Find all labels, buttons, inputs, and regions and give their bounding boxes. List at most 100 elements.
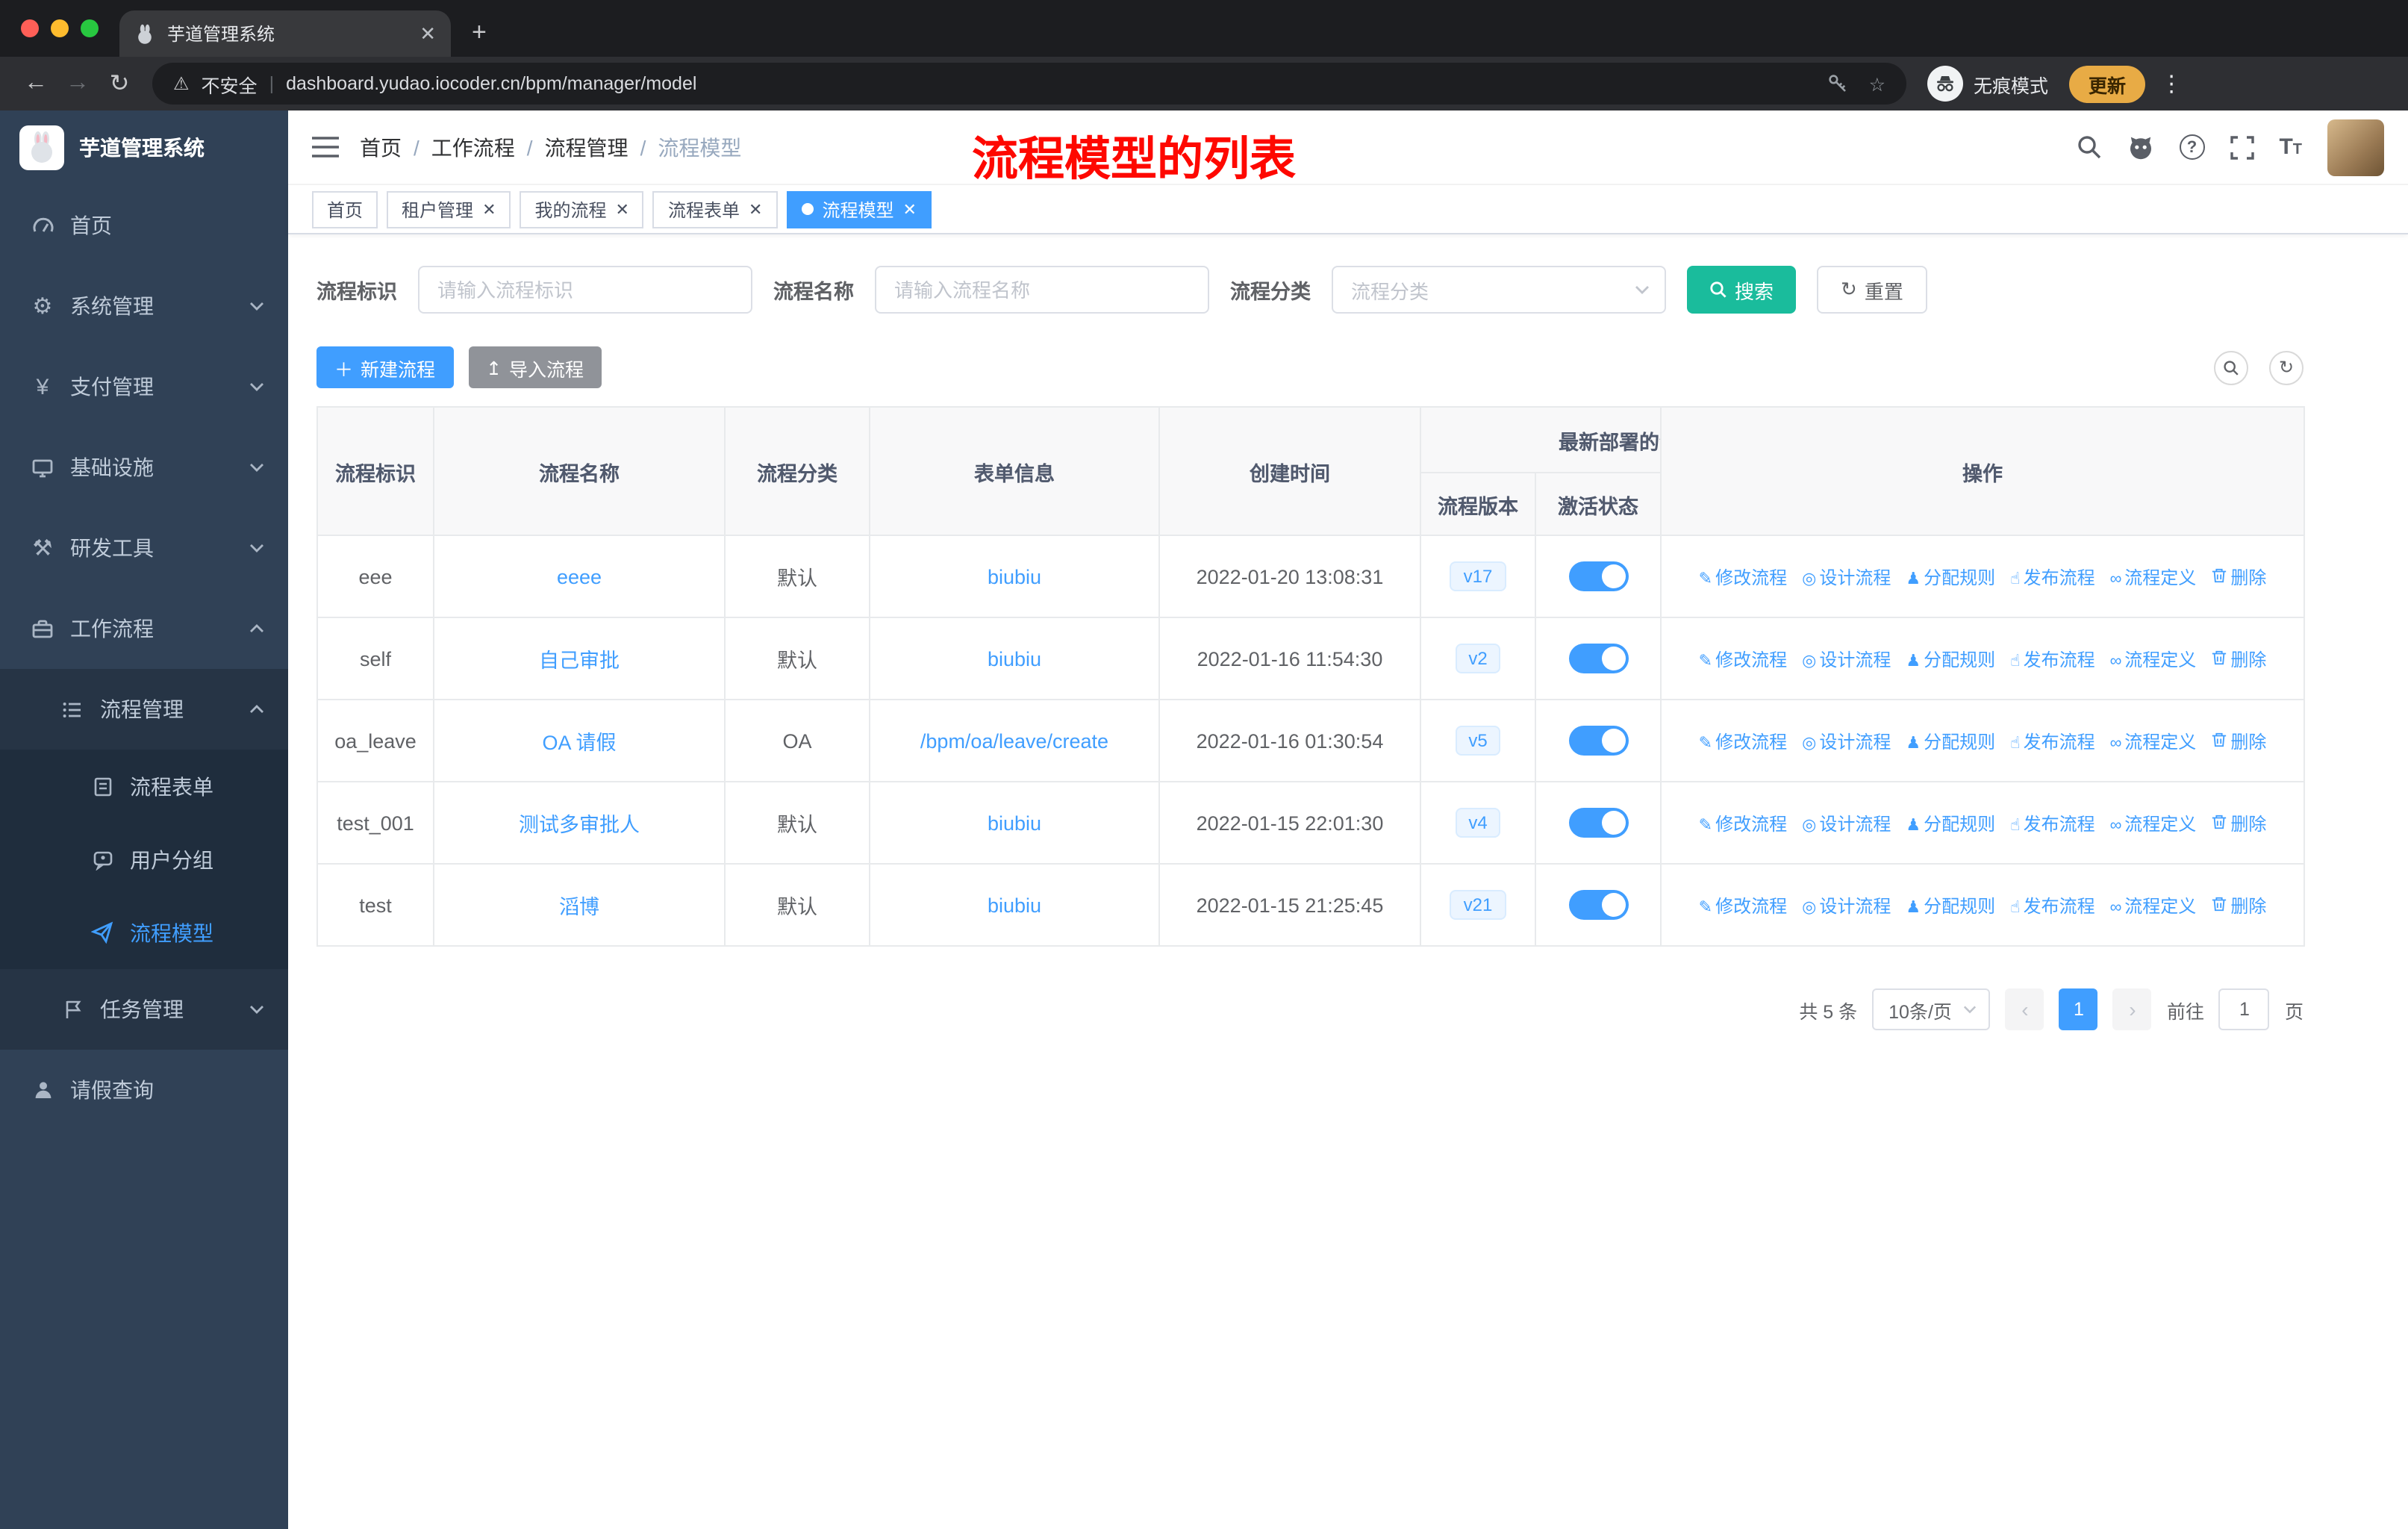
modify-process-link[interactable]: ✎ 修改流程 bbox=[1699, 649, 1787, 670]
form-link[interactable]: /bpm/oa/leave/create bbox=[920, 729, 1108, 752]
assign-rule-link[interactable]: ♟ 分配规则 bbox=[1906, 567, 1995, 588]
zoom-window-button[interactable] bbox=[81, 19, 99, 37]
prev-page-button[interactable]: ‹ bbox=[2005, 988, 2044, 1030]
sidebar-item-task-management[interactable]: 任务管理 bbox=[0, 969, 288, 1050]
breadcrumb-process-management[interactable]: 流程管理 bbox=[545, 132, 628, 162]
tag-home[interactable]: 首页 bbox=[312, 190, 378, 228]
modify-process-link[interactable]: ✎ 修改流程 bbox=[1699, 813, 1787, 834]
sidebar-item-home[interactable]: 首页 bbox=[0, 185, 288, 266]
sidebar-item-payment[interactable]: ¥ 支付管理 bbox=[0, 346, 288, 427]
forward-button[interactable]: → bbox=[57, 63, 99, 105]
reset-button[interactable]: ↻ 重置 bbox=[1817, 266, 1927, 314]
assign-rule-link[interactable]: ♟ 分配规则 bbox=[1906, 649, 1995, 670]
sidebar-item-workflow[interactable]: 工作流程 bbox=[0, 588, 288, 669]
close-icon[interactable]: ✕ bbox=[616, 199, 629, 219]
tab-close-icon[interactable]: ✕ bbox=[419, 22, 436, 46]
process-definition-link[interactable]: ∞ 流程定义 bbox=[2110, 895, 2197, 916]
process-definition-link[interactable]: ∞ 流程定义 bbox=[2110, 813, 2197, 834]
design-process-link[interactable]: ◎ 设计流程 bbox=[1802, 895, 1891, 916]
assign-rule-link[interactable]: ♟ 分配规则 bbox=[1906, 813, 1995, 834]
browser-menu-icon[interactable]: ⋮ bbox=[2160, 70, 2183, 97]
process-name-link[interactable]: 测试多审批人 bbox=[519, 814, 640, 836]
sidebar-item-infrastructure[interactable]: 基础设施 bbox=[0, 427, 288, 508]
active-toggle[interactable] bbox=[1568, 890, 1628, 920]
active-toggle[interactable] bbox=[1568, 561, 1628, 591]
process-definition-link[interactable]: ∞ 流程定义 bbox=[2110, 731, 2197, 752]
modify-process-link[interactable]: ✎ 修改流程 bbox=[1699, 567, 1787, 588]
form-link[interactable]: biubiu bbox=[988, 894, 1041, 916]
form-link[interactable]: biubiu bbox=[988, 647, 1041, 670]
sidebar-item-process-form[interactable]: 流程表单 bbox=[0, 750, 288, 823]
delete-link[interactable]: 删除 bbox=[2211, 649, 2266, 670]
process-definition-link[interactable]: ∞ 流程定义 bbox=[2110, 567, 2197, 588]
sidebar-item-user-group[interactable]: 用户分组 bbox=[0, 823, 288, 896]
new-tab-button[interactable]: + bbox=[472, 18, 487, 48]
next-page-button[interactable]: › bbox=[2112, 988, 2152, 1030]
close-icon[interactable]: ✕ bbox=[482, 199, 496, 219]
goto-page-input[interactable] bbox=[2218, 988, 2270, 1030]
process-name-link[interactable]: 滔博 bbox=[559, 896, 599, 918]
process-category-select[interactable]: 流程分类 bbox=[1332, 266, 1666, 314]
reload-button[interactable]: ↻ bbox=[99, 63, 140, 105]
tag-tenant[interactable]: 租户管理 ✕ bbox=[387, 190, 511, 228]
active-toggle[interactable] bbox=[1568, 726, 1628, 756]
process-name-link[interactable]: 自己审批 bbox=[539, 650, 620, 672]
password-key-icon[interactable] bbox=[1827, 73, 1848, 94]
search-button[interactable]: 搜索 bbox=[1687, 266, 1797, 314]
publish-process-link[interactable]: ☝ 发布流程 bbox=[2010, 813, 2094, 834]
design-process-link[interactable]: ◎ 设计流程 bbox=[1802, 649, 1891, 670]
assign-rule-link[interactable]: ♟ 分配规则 bbox=[1906, 895, 1995, 916]
sidebar-item-process-model[interactable]: 流程模型 bbox=[0, 896, 288, 969]
form-link[interactable]: biubiu bbox=[988, 812, 1041, 834]
breadcrumb-home[interactable]: 首页 bbox=[360, 132, 402, 162]
bookmark-star-icon[interactable]: ☆ bbox=[1869, 72, 1885, 95]
fullscreen-icon[interactable] bbox=[2230, 135, 2254, 159]
tag-my-process[interactable]: 我的流程 ✕ bbox=[520, 190, 644, 228]
assign-rule-link[interactable]: ♟ 分配规则 bbox=[1906, 731, 1995, 752]
close-icon[interactable]: ✕ bbox=[749, 199, 762, 219]
page-size-select[interactable]: 10条/页 bbox=[1872, 988, 1991, 1030]
sidebar-item-process-management[interactable]: 流程管理 bbox=[0, 669, 288, 750]
process-name-link[interactable]: OA 请假 bbox=[542, 732, 616, 754]
search-icon[interactable] bbox=[2076, 134, 2101, 160]
close-icon[interactable]: ✕ bbox=[902, 199, 916, 219]
design-process-link[interactable]: ◎ 设计流程 bbox=[1802, 567, 1891, 588]
delete-link[interactable]: 删除 bbox=[2211, 567, 2266, 588]
close-window-button[interactable] bbox=[21, 19, 39, 37]
sidebar-collapse-icon[interactable] bbox=[312, 136, 339, 158]
delete-link[interactable]: 删除 bbox=[2211, 813, 2266, 834]
browser-tab[interactable]: 芋道管理系统 ✕ bbox=[119, 10, 451, 57]
process-id-input[interactable] bbox=[418, 266, 752, 314]
toggle-search-button[interactable] bbox=[2214, 350, 2248, 384]
github-icon[interactable] bbox=[2127, 134, 2153, 161]
active-toggle[interactable] bbox=[1568, 808, 1628, 838]
modify-process-link[interactable]: ✎ 修改流程 bbox=[1699, 731, 1787, 752]
refresh-table-button[interactable]: ↻ bbox=[2269, 350, 2303, 384]
user-avatar[interactable] bbox=[2327, 119, 2384, 175]
delete-link[interactable]: 删除 bbox=[2211, 895, 2266, 916]
process-name-input[interactable] bbox=[875, 266, 1209, 314]
publish-process-link[interactable]: ☝ 发布流程 bbox=[2010, 567, 2094, 588]
publish-process-link[interactable]: ☝ 发布流程 bbox=[2010, 895, 2094, 916]
help-icon[interactable]: ? bbox=[2179, 134, 2205, 160]
sidebar-item-system[interactable]: ⚙ 系统管理 bbox=[0, 266, 288, 346]
create-process-button[interactable]: ＋ 新建流程 bbox=[316, 346, 454, 388]
modify-process-link[interactable]: ✎ 修改流程 bbox=[1699, 895, 1787, 916]
page-number-button[interactable]: 1 bbox=[2059, 988, 2098, 1030]
tag-process-form[interactable]: 流程表单 ✕ bbox=[652, 190, 778, 228]
sidebar-item-leave-query[interactable]: 请假查询 bbox=[0, 1050, 288, 1130]
back-button[interactable]: ← bbox=[15, 63, 57, 105]
publish-process-link[interactable]: ☝ 发布流程 bbox=[2010, 731, 2094, 752]
form-link[interactable]: biubiu bbox=[988, 565, 1041, 588]
process-definition-link[interactable]: ∞ 流程定义 bbox=[2110, 649, 2197, 670]
minimize-window-button[interactable] bbox=[51, 19, 69, 37]
font-size-icon[interactable]: TT bbox=[2279, 134, 2302, 160]
active-toggle[interactable] bbox=[1568, 644, 1628, 673]
update-button[interactable]: 更新 bbox=[2069, 65, 2146, 102]
import-process-button[interactable]: ↥ 导入流程 bbox=[468, 346, 602, 388]
breadcrumb-workflow[interactable]: 工作流程 bbox=[431, 132, 515, 162]
address-bar[interactable]: ⚠ 不安全 | dashboard.yudao.iocoder.cn/bpm/m… bbox=[152, 63, 1906, 105]
tag-process-model[interactable]: 流程模型 ✕ bbox=[786, 190, 932, 228]
design-process-link[interactable]: ◎ 设计流程 bbox=[1802, 731, 1891, 752]
process-name-link[interactable]: eeee bbox=[557, 565, 602, 588]
